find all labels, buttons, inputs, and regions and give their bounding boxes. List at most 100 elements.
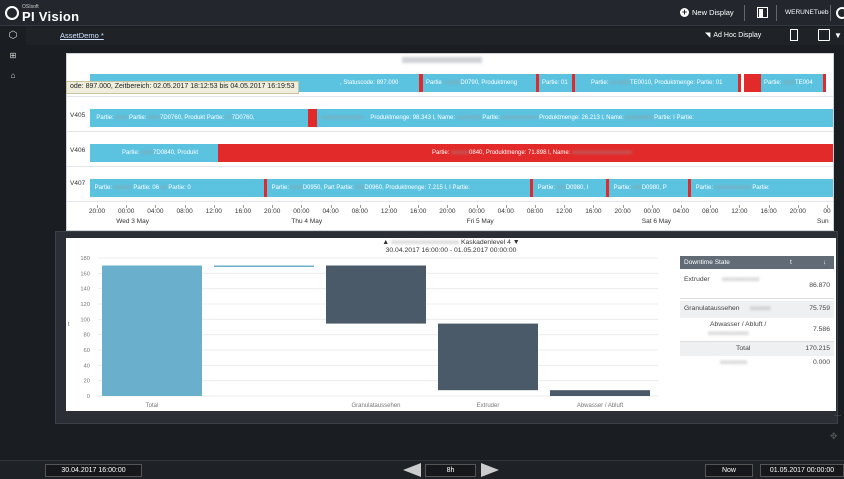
duration-input[interactable]: 8h [425, 464, 476, 477]
next-arrow-icon[interactable] [481, 463, 499, 477]
time-tick: 20:00 [88, 208, 106, 215]
gantt-bar-alert[interactable] [823, 74, 826, 92]
gantt-bar-alert[interactable] [744, 74, 761, 92]
legend-row[interactable]: Abwasser / Abluft / xxxxxxxxxxxx 7.586 [680, 318, 834, 342]
gantt-title-blurred [402, 57, 482, 63]
row-label: V406 [70, 147, 86, 154]
move-icon[interactable]: ✥ [830, 431, 838, 442]
breadcrumb[interactable]: AssetDemo * [60, 31, 104, 40]
legend-row[interactable]: xxxxxxxx 0.000 [680, 356, 834, 370]
resize-handle-icon[interactable]: — [834, 412, 841, 419]
y-tick-label: 20 [84, 379, 90, 385]
start-time-input[interactable]: 30.04.2017 16:00:00 [45, 464, 142, 477]
save-icon[interactable] [818, 29, 830, 41]
new-display-button[interactable]: + New Display [680, 8, 734, 17]
time-tick: 20:00 [439, 208, 456, 215]
ad-hoc-display-button[interactable]: ◥ Ad Hoc Display [705, 31, 762, 40]
gantt-bar-alert[interactable] [308, 109, 317, 127]
cube-icon[interactable]: ⬡ [7, 30, 19, 41]
gantt-bar[interactable]: Partie: xxxxxx Partie: 06 xx Partie: 0 [90, 179, 264, 197]
divider [830, 5, 831, 21]
row-label: V407 [70, 180, 86, 187]
unit-column-header[interactable]: t [790, 259, 792, 266]
time-tick: 12:00 [556, 208, 573, 215]
day-label: Fri 5 May [466, 218, 494, 225]
legend-header-label: Downtime State [684, 259, 730, 266]
x-category-label: Granulataussehen [351, 403, 400, 409]
gantt-bar[interactable]: Partie: xxxx Partie: xxxx7D0760, Produkt… [90, 109, 308, 127]
time-tick: 12:00 [205, 208, 222, 215]
y-tick-label: 120 [80, 302, 90, 308]
gantt-bar[interactable]: Partie x-xxxxD0790, Produktmeng [423, 74, 536, 92]
pi-logo-icon [5, 6, 19, 20]
time-tick: 20:00 [614, 208, 631, 215]
gantt-bar[interactable]: Partie: 01 [539, 74, 572, 92]
left-rail: ⬡ ⊞ ⌂ [0, 26, 26, 460]
ad-hoc-label: Ad Hoc Display [713, 31, 762, 39]
legend-header: Downtime State t ↓ [680, 256, 834, 269]
gantt-bar[interactable]: Partie: xxxxxxxxxxxx Partie: [691, 179, 833, 197]
x-category-label: Total [146, 403, 159, 409]
gantt-bar-alert[interactable] [738, 74, 741, 92]
gantt-row: V406 Partie: xxxx7D0840, Produkt Partie:… [67, 139, 833, 167]
time-tick: 00:00 [293, 208, 310, 215]
gantt-chart[interactable]: , Statuscode: 897.000 Partie x-xxxxD0790… [66, 53, 834, 231]
divider [776, 5, 777, 21]
row-label: V405 [70, 112, 86, 119]
help-icon[interactable] [836, 7, 844, 19]
waterfall-bar[interactable] [438, 323, 538, 391]
x-category-label: Abwasser / Abluft [577, 403, 624, 409]
gantt-bar[interactable]: Partie: xxxx7D0840, Produkt [90, 144, 218, 162]
y-tick-label: 60 [84, 348, 90, 354]
waterfall-bar[interactable] [326, 265, 426, 324]
gantt-bar[interactable]: Partie: xxxxTE004 [761, 74, 823, 92]
time-tick: 16:00 [585, 208, 602, 215]
gantt-bar[interactable]: xxxxxxxxxxxxxx Produktmenge: 98.343 l, N… [317, 109, 833, 127]
gantt-bar[interactable]: Partie: xx-xxxxTE0010, Produktmenge: Par… [588, 74, 738, 92]
legend-total-row[interactable]: Total 170.215 [680, 342, 834, 356]
gantt-bar[interactable]: Partie: xxxD0980, P [609, 179, 688, 197]
gantt-bar[interactable] [575, 74, 588, 92]
user-name[interactable]: WERUNETueb [785, 9, 828, 16]
time-axis: 20:00 00:00 04:00 08:00 12:00 16:00 20:00 00:00… [67, 205, 833, 231]
gantt-bar[interactable]: Partie: xxxD0980, I [533, 179, 606, 197]
time-tick: 12:00 [731, 208, 748, 215]
time-tick: 16:00 [760, 208, 777, 215]
now-button[interactable]: Now [705, 464, 753, 477]
gantt-bar-alert[interactable]: Partie: xxxxxx0840, Produktmenge: 71.898… [218, 144, 833, 162]
waterfall-bar[interactable] [550, 390, 650, 396]
column-layout-icon[interactable] [790, 29, 798, 41]
previous-arrow-icon[interactable] [403, 463, 421, 477]
day-label: Sun [817, 218, 829, 225]
time-tick: 00:00 [468, 208, 485, 215]
time-tick: 16:00 [234, 208, 252, 215]
chart-plot: 180 160 140 120 100 80 60 40 20 0 Total Granulataus… [80, 256, 658, 409]
time-tick: 12:00 [380, 208, 398, 215]
pin-icon: ◥ [705, 32, 711, 39]
save-dropdown-icon[interactable]: ▼ [834, 31, 842, 40]
time-range-bar: 30.04.2017 16:00:00 8h Now 01.05.2017 00… [0, 460, 844, 479]
gantt-bar[interactable]: Partie: xxxxD0950, Part Partie: xxxD0960… [267, 179, 530, 197]
time-tick: 04:00 [497, 208, 514, 215]
y-tick-label: 100 [80, 317, 90, 323]
sort-descending-icon[interactable]: ↓ [823, 259, 826, 266]
y-tick-label: 140 [80, 287, 90, 293]
waterfall-bar[interactable] [102, 265, 202, 396]
y-tick-label: 160 [80, 271, 90, 277]
x-category-label: Extruder [477, 403, 500, 409]
top-bar: OSIsoft PI Vision + New Display WERUNETu… [0, 0, 844, 26]
time-tick: 20:00 [789, 208, 806, 215]
legend-row[interactable]: Extruder xxxxxxxxxxx 86.870 [680, 273, 834, 299]
display-list-icon[interactable]: ⊞ [7, 50, 19, 61]
asset-tree-icon[interactable]: ⌂ [7, 70, 19, 81]
time-tick: 08:00 [526, 208, 544, 215]
legend-row[interactable]: Granulataussehen xxxxxx 75.759 [680, 301, 834, 318]
display-mode-icon[interactable] [757, 7, 768, 18]
end-time-input[interactable]: 01.05.2017 00:00:00 [760, 464, 844, 477]
time-tick: 00 [823, 208, 831, 215]
legend-table[interactable]: Downtime State t ↓ Extruder xxxxxxxxxxx … [680, 256, 834, 400]
waterfall-bar[interactable] [214, 265, 314, 268]
plus-circle-icon: + [680, 7, 689, 17]
gantt-row: V407 Partie: xxxxxx Partie: 06 xx Partie… [67, 174, 833, 202]
day-label: Sat 6 May [641, 218, 672, 225]
